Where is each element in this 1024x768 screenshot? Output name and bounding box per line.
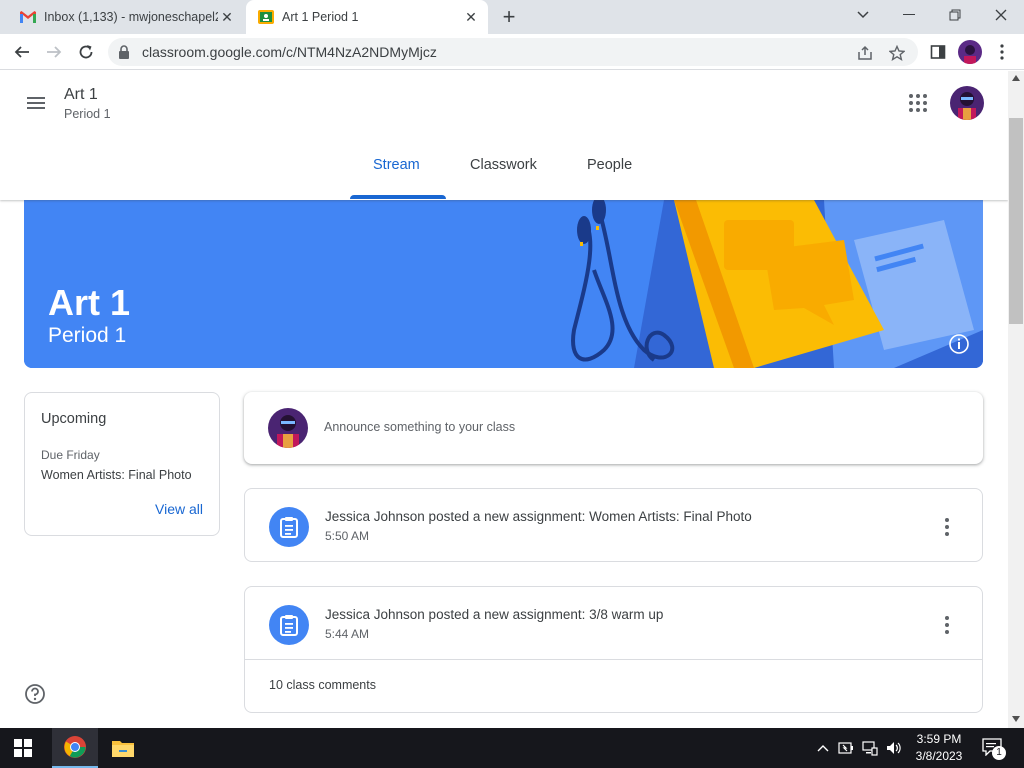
more-vert-icon[interactable] [992, 42, 1012, 62]
browser-tabstrip: Inbox (1,133) - mwjoneschapel26@ ✕ Art 1… [0, 0, 1024, 34]
tab-stream[interactable]: Stream [373, 157, 420, 173]
tab-gmail[interactable]: Inbox (1,133) - mwjoneschapel26@ ✕ [8, 0, 244, 34]
lock-icon[interactable] [118, 45, 130, 64]
volume-icon[interactable] [886, 740, 902, 756]
forward-icon[interactable] [42, 40, 66, 64]
announce-box[interactable]: Announce something to your class [244, 392, 983, 464]
url-text: classroom.google.com/c/NTM4NzA2NDMyMjcz [142, 44, 437, 60]
windows-start-icon[interactable] [14, 739, 32, 762]
assignment-icon [269, 507, 309, 547]
reload-icon[interactable] [74, 40, 98, 64]
help-icon[interactable] [24, 683, 46, 705]
new-tab-button[interactable]: + [498, 6, 520, 29]
post-title[interactable]: Jessica Johnson posted a new assignment:… [325, 509, 752, 524]
class-section: Period 1 [64, 107, 111, 121]
share-icon[interactable] [856, 44, 874, 62]
notification-count-badge: 1 [992, 746, 1006, 760]
banner-subtitle: Period 1 [48, 324, 127, 347]
scrollbar-thumb[interactable] [1009, 118, 1023, 324]
tab-search-icon[interactable] [840, 0, 886, 30]
stream-post[interactable]: Jessica Johnson posted a new assignment:… [244, 488, 983, 562]
battery-plug-icon[interactable] [838, 740, 854, 756]
clock-time[interactable]: 3:59 PM [912, 732, 966, 746]
scroll-down-icon[interactable] [1012, 716, 1020, 722]
classroom-header: Art 1 Period 1 Stream Classwork People [0, 71, 1008, 200]
upcoming-card: Upcoming Due Friday Women Artists: Final… [24, 392, 220, 536]
file-explorer-icon[interactable] [100, 728, 146, 768]
account-avatar[interactable] [950, 86, 984, 120]
chrome-taskbar-icon[interactable] [52, 728, 98, 768]
restore-button[interactable] [932, 0, 978, 30]
banner-illustration [24, 200, 983, 368]
upcoming-title: Upcoming [41, 411, 107, 427]
upcoming-item[interactable]: Women Artists: Final Photo [41, 468, 192, 482]
back-icon[interactable] [10, 40, 34, 64]
network-icon[interactable] [862, 740, 878, 756]
tab-classwork[interactable]: Classwork [470, 157, 537, 173]
post-title[interactable]: Jessica Johnson posted a new assignment:… [325, 607, 663, 622]
assignment-icon [269, 605, 309, 645]
windows-taskbar: 3:59 PM 3/8/2023 1 [0, 728, 1024, 768]
announce-placeholder[interactable]: Announce something to your class [324, 420, 515, 434]
close-icon[interactable]: ✕ [462, 8, 480, 26]
post-time: 5:44 AM [325, 627, 370, 641]
info-icon[interactable] [948, 333, 970, 355]
classroom-page: Art 1 Period 1 Stream Classwork People A… [0, 71, 1008, 728]
class-comments-link[interactable]: 10 class comments [269, 678, 376, 692]
address-bar[interactable]: classroom.google.com/c/NTM4NzA2NDMyMjcz [108, 38, 918, 66]
side-panel-icon[interactable] [928, 42, 948, 62]
user-avatar [268, 408, 308, 448]
more-vert-icon[interactable] [935, 613, 959, 637]
clock-date[interactable]: 3/8/2023 [912, 749, 966, 763]
view-all-link[interactable]: View all [155, 501, 203, 517]
divider [245, 659, 982, 660]
minimize-button[interactable] [886, 0, 932, 30]
google-apps-icon[interactable] [906, 91, 930, 115]
post-time: 5:50 AM [325, 529, 370, 543]
gmail-icon [20, 9, 36, 25]
window-close-button[interactable] [978, 0, 1024, 30]
close-icon[interactable]: ✕ [218, 8, 236, 26]
tab-title: Inbox (1,133) - mwjoneschapel26@ [44, 10, 218, 24]
more-vert-icon[interactable] [935, 515, 959, 539]
tab-title: Art 1 Period 1 [282, 10, 359, 24]
banner-title: Art 1 [48, 282, 131, 323]
menu-icon[interactable] [24, 91, 48, 115]
class-title[interactable]: Art 1 [64, 86, 98, 104]
stream-post[interactable]: Jessica Johnson posted a new assignment:… [244, 586, 983, 713]
chevron-up-icon[interactable] [815, 740, 831, 756]
scroll-up-icon[interactable] [1012, 75, 1020, 81]
profile-avatar[interactable] [958, 40, 982, 64]
active-tab-indicator [350, 195, 446, 199]
browser-toolbar: classroom.google.com/c/NTM4NzA2NDMyMjcz [0, 34, 1024, 70]
bookmark-star-icon[interactable] [888, 44, 906, 62]
tab-people[interactable]: People [587, 157, 632, 173]
tab-classroom[interactable]: Art 1 Period 1 ✕ [246, 0, 488, 34]
upcoming-due-label: Due Friday [41, 448, 100, 462]
class-banner: Art 1 Period 1 [24, 200, 983, 368]
classroom-icon [258, 9, 274, 25]
